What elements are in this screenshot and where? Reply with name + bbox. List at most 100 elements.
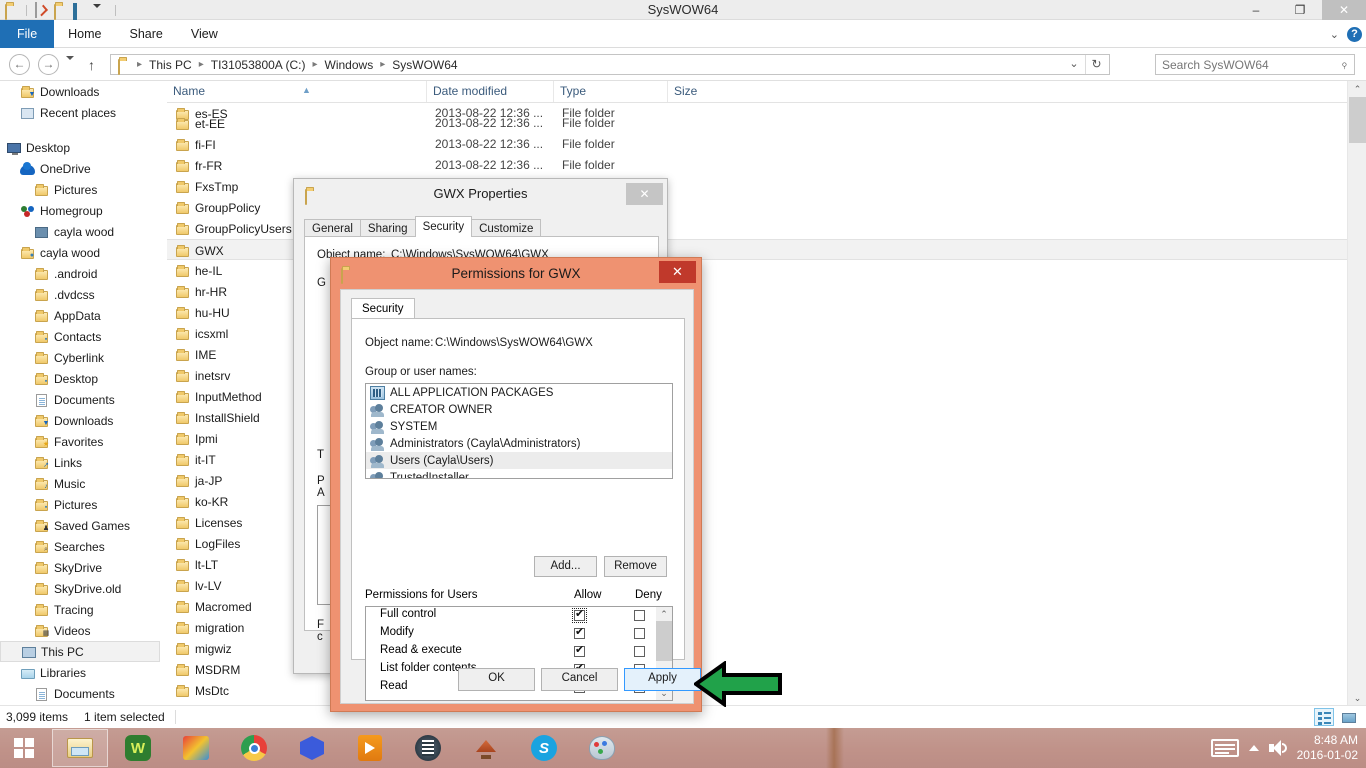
thumbnail-view-icon[interactable] — [1338, 708, 1358, 726]
sidebar-item-links[interactable]: ↗ Links — [0, 452, 160, 473]
taskbar-button-file-explorer[interactable] — [52, 729, 108, 767]
permissions-close-button[interactable]: ✕ — [659, 261, 696, 283]
refresh-icon[interactable]: ↻ — [1085, 55, 1107, 74]
taskbar-button-carousel-app-icon[interactable] — [458, 729, 514, 767]
sidebar-item-libraries[interactable]: Libraries — [0, 662, 160, 683]
column-header-date[interactable]: Date modified — [427, 81, 554, 102]
permissions-tabs[interactable]: Security — [351, 298, 415, 319]
cancel-button[interactable]: Cancel — [541, 668, 618, 691]
column-header-name[interactable]: Name ▲ — [167, 81, 427, 102]
breadcrumb-drive[interactable]: TI31053800A (C:) — [208, 58, 309, 72]
chevron-down-icon[interactable]: ⌄ — [1330, 28, 1339, 41]
ribbon-tab-home[interactable]: Home — [54, 20, 115, 48]
apply-button[interactable]: Apply — [624, 668, 701, 691]
show-hidden-icons-icon[interactable] — [1248, 745, 1259, 751]
window-controls[interactable]: – ❐ ✕ — [1234, 0, 1366, 20]
ok-button[interactable]: OK — [458, 668, 535, 691]
taskbar-button-paint-icon[interactable] — [574, 729, 630, 767]
taskbar-apps[interactable]: WS — [52, 728, 630, 768]
sidebar-item-pictures[interactable]: Pictures — [0, 179, 160, 200]
search-input[interactable]: Search SysWOW64 — [1162, 58, 1341, 72]
start-button[interactable] — [0, 728, 48, 768]
sidebar-item-cyberlink[interactable]: Cyberlink — [0, 347, 160, 368]
permission-row[interactable]: Read & execute — [366, 643, 658, 661]
speaker-icon[interactable] — [1268, 740, 1287, 756]
table-row[interactable]: fi-FI 2013-08-22 12:36 ... File folder — [167, 134, 1347, 155]
help-icon[interactable]: ? — [1347, 26, 1362, 42]
taskbar-button-archiver-icon[interactable] — [168, 729, 224, 767]
sidebar-item-onedrive[interactable]: OneDrive — [0, 158, 160, 179]
sidebar-item-saved-games[interactable]: ♟ Saved Games — [0, 515, 160, 536]
up-button[interactable]: ↑ — [88, 57, 95, 73]
permission-row-partial[interactable] — [366, 697, 658, 700]
ribbon-tab-view[interactable]: View — [177, 20, 232, 48]
remove-button[interactable]: Remove — [604, 556, 667, 577]
taskbar-button-skype-icon[interactable]: S — [516, 729, 572, 767]
keyboard-icon[interactable] — [1210, 739, 1239, 757]
principal-list[interactable]: ALL APPLICATION PACKAGES CREATOR OWNER SYS… — [365, 383, 673, 479]
sidebar-item-desktop[interactable]: ▪ Desktop — [0, 368, 160, 389]
sidebar-item-recent-places[interactable]: Recent places — [0, 102, 160, 123]
list-item[interactable]: SYSTEM — [366, 418, 672, 435]
sidebar-item-tracing[interactable]: Tracing — [0, 599, 160, 620]
list-scroll-down-icon[interactable]: ⌄ — [1348, 690, 1366, 706]
list-item[interactable]: Administrators (Cayla\Administrators) — [366, 435, 672, 452]
sidebar-item-documents[interactable]: Documents — [0, 683, 160, 704]
tab-security[interactable]: Security — [414, 216, 473, 237]
column-headers[interactable]: Name ▲ Date modified Type Size — [167, 81, 1347, 103]
taskbar-button-google-chrome-icon[interactable] — [226, 729, 282, 767]
breadcrumb-this-pc[interactable]: This PC — [146, 58, 195, 72]
sidebar-item-this-pc[interactable]: This PC — [0, 641, 160, 662]
permissions-scroll-up-icon[interactable]: ⌃ — [656, 607, 672, 621]
view-mode-buttons[interactable] — [1314, 708, 1358, 726]
permissions-scroll-thumb[interactable] — [656, 621, 672, 661]
maximize-button[interactable]: ❐ — [1278, 0, 1322, 20]
add-button[interactable]: Add... — [534, 556, 597, 577]
column-header-size[interactable]: Size — [668, 81, 738, 102]
tab-general[interactable]: General — [304, 219, 361, 237]
taskbar-button-malwarebytes-icon[interactable] — [284, 729, 340, 767]
sidebar-item-android[interactable]: .android — [0, 263, 160, 284]
file-list-scrollbar[interactable]: ⌃ ⌄ — [1347, 81, 1366, 706]
sidebar-item-skydrive-old[interactable]: SkyDrive.old — [0, 578, 160, 599]
breadcrumb-dropdown-icon[interactable]: ⌄ — [1063, 55, 1085, 74]
tab-security[interactable]: Security — [351, 298, 415, 319]
deny-checkbox[interactable] — [634, 646, 645, 657]
list-scroll-thumb[interactable] — [1349, 97, 1366, 143]
sidebar-item-skydrive[interactable]: SkyDrive — [0, 557, 160, 578]
deny-checkbox[interactable] — [634, 610, 645, 621]
close-button[interactable]: ✕ — [1322, 0, 1366, 20]
table-row[interactable]: es-ES 2013-08-22 12:36 ... File folder — [167, 103, 1347, 121]
list-item[interactable]: Users (Cayla\Users) — [366, 452, 672, 469]
clock[interactable]: 8:48 AM 2016-01-02 — [1297, 733, 1358, 763]
table-row[interactable]: fr-FR 2013-08-22 12:36 ... File folder — [167, 155, 1347, 176]
sidebar-item-music[interactable]: ♪ Music — [0, 473, 160, 494]
minimize-button[interactable]: – — [1234, 0, 1278, 20]
tab-sharing[interactable]: Sharing — [359, 219, 416, 237]
sidebar-item-videos[interactable]: ▦ Videos — [0, 620, 160, 641]
taskbar-button-video-converter-icon[interactable] — [400, 729, 456, 767]
sidebar-item-pictures[interactable]: ▪ Pictures — [0, 494, 160, 515]
recent-locations-icon[interactable] — [66, 56, 74, 74]
properties-close-button[interactable]: ✕ — [626, 183, 663, 205]
sidebar-item-downloads[interactable]: ▼ Downloads — [0, 410, 160, 431]
taskbar-button-media-player-icon[interactable] — [342, 729, 398, 767]
back-button[interactable]: ← — [9, 54, 30, 75]
ribbon-tab-file[interactable]: File — [0, 20, 55, 48]
tab-customize[interactable]: Customize — [471, 219, 542, 237]
sidebar-item-documents[interactable]: Documents — [0, 389, 160, 410]
list-item[interactable]: CREATOR OWNER — [366, 401, 672, 418]
sidebar-item-desktop[interactable]: Desktop — [0, 137, 160, 158]
list-item[interactable]: TrustedInstaller — [366, 469, 672, 478]
permission-row[interactable]: Full control — [366, 607, 658, 625]
details-view-icon[interactable] — [1314, 708, 1334, 726]
list-item[interactable]: ALL APPLICATION PACKAGES — [366, 384, 672, 401]
allow-checkbox[interactable] — [574, 625, 585, 639]
sidebar-item-cayla-wood[interactable]: ● cayla wood — [0, 242, 160, 263]
list-scroll-up-icon[interactable]: ⌃ — [1348, 81, 1366, 97]
sidebar-item-homegroup[interactable]: Homegroup — [0, 200, 160, 221]
deny-checkbox[interactable] — [634, 628, 645, 639]
system-tray[interactable]: 8:48 AM 2016-01-02 — [1210, 728, 1366, 768]
sidebar-item-cayla-wood[interactable]: cayla wood — [0, 221, 160, 242]
permission-row[interactable]: Modify — [366, 625, 658, 643]
